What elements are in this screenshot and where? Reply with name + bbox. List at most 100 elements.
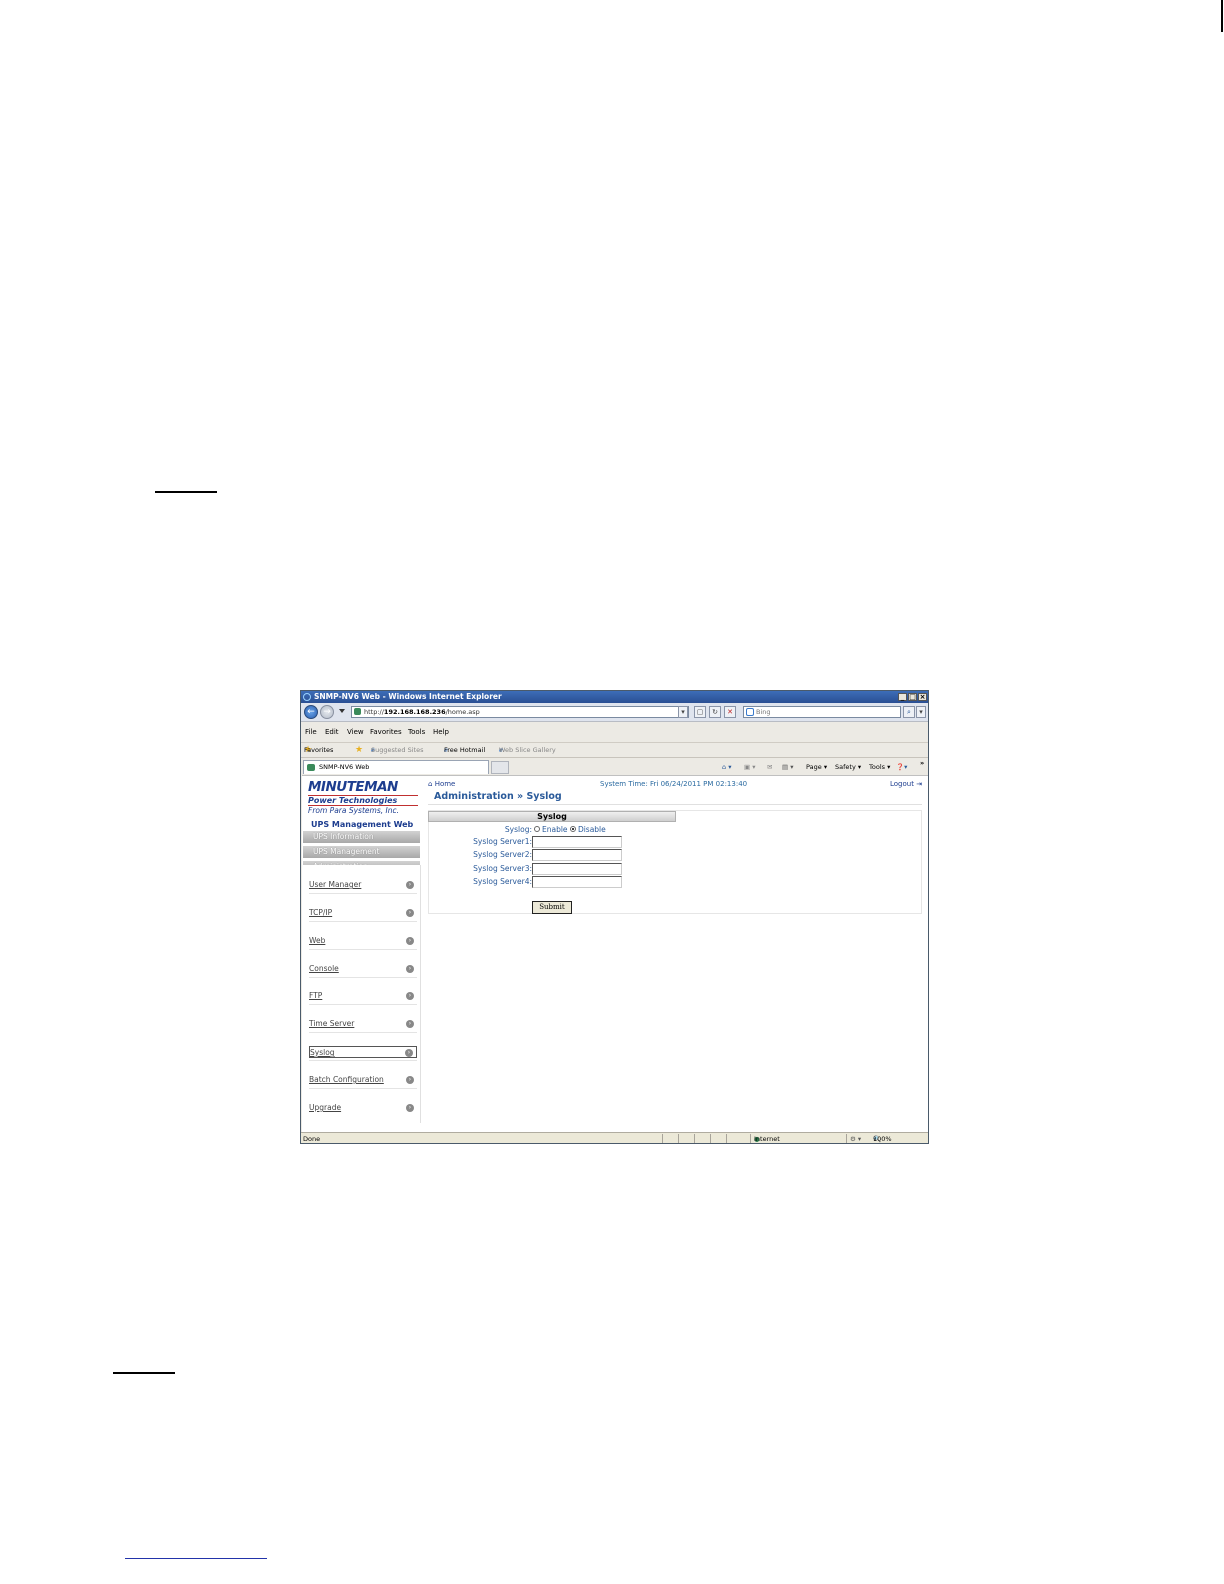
tab-title: SNMP-NV6 Web [319,763,370,771]
back-button[interactable]: ← [304,705,318,719]
more-chevron-icon[interactable]: » [920,756,924,770]
search-options-button[interactable]: ▾ [916,706,926,718]
sidebar-item-ftp[interactable]: FTP › [309,990,417,1002]
tools-menu[interactable]: Tools ▾ [869,760,890,774]
help-icon[interactable]: ❓▾ [896,760,907,774]
logout-icon: ⇥ [916,780,923,788]
page-icon [354,708,361,715]
history-dropdown-icon[interactable] [339,709,345,713]
tab-page-icon [307,764,315,771]
header-divider [428,804,922,805]
browser-tab[interactable]: SNMP-NV6 Web [303,760,489,774]
zone-label: Internet [754,1135,780,1143]
logo-brand: MINUTEMAN [308,779,398,795]
sidebar-item-label: Console [309,964,339,973]
breadcrumb: Administration » Syslog [434,791,562,802]
logout-label: Logout [890,780,914,788]
menu-help[interactable]: Help [433,726,449,738]
syslog-server3-label: Syslog Server3: [473,864,532,873]
logo-tagline: Power Technologies [308,795,418,806]
compatibility-view-icon[interactable]: ▢ [694,706,706,718]
search-input[interactable]: Bing [743,706,901,718]
sidebar-item-label: Syslog [310,1048,335,1057]
sidebar-item-label: Web [309,936,326,945]
status-divider [846,1134,847,1143]
arrow-right-icon: › [405,1049,413,1057]
menu-favorites[interactable]: Favorites [370,726,402,738]
status-text: Done [303,1135,321,1143]
address-dropdown-button[interactable]: ▾ [678,706,688,718]
disable-radio[interactable]: Disable [569,825,606,834]
enable-radio[interactable]: Enable [534,825,568,834]
window-title: SNMP-NV6 Web - Windows Internet Explorer [314,692,502,701]
url-path: /home.asp [445,708,480,716]
syslog-server1-row: Syslog Server1: [428,836,532,848]
syslog-server4-input[interactable] [532,876,622,888]
mail-icon[interactable]: ✉ [767,760,772,774]
sidebar-item-tcp-ip[interactable]: TCP/IP › [309,907,417,919]
add-favorite-icon[interactable]: ★ [355,743,363,757]
sidebar-separator [309,893,417,894]
close-button[interactable]: × [918,693,927,701]
sidebar-item-label: Upgrade [309,1103,342,1112]
logout-link[interactable]: Logout ⇥ [890,780,922,788]
sidebar-item-user-manager[interactable]: User Manager › [309,879,417,891]
menu-view[interactable]: View [347,726,364,738]
menu-edit[interactable]: Edit [325,726,339,738]
home-link[interactable]: ⌂ Home [428,780,455,788]
zoom-label: 100% [873,1135,892,1143]
arrow-right-icon: › [406,909,414,917]
favorites-label: Favorites [304,746,334,754]
web-slice-gallery-label: Web Slice Gallery [499,746,556,754]
syslog-server3-input[interactable] [532,863,622,875]
sidebar-item-web[interactable]: Web › [309,935,417,947]
syslog-server1-label: Syslog Server1: [473,837,532,846]
page-menu[interactable]: Page ▾ [806,760,827,774]
ie-logo-icon [303,693,311,701]
stop-icon[interactable]: ✕ [724,706,736,718]
suggested-sites-label: Suggested Sites [371,746,424,754]
syslog-server2-input[interactable] [532,849,622,861]
status-bar: Done ● Internet ⚙ ▾ 🔍 100% ▾ [301,1132,928,1143]
status-divider [678,1134,679,1143]
enable-label: Enable [542,825,568,834]
browser-window: SNMP-NV6 Web - Windows Internet Explorer… [300,690,929,1144]
favorites-bar: ★ Favorites ★ ℯ Suggested Sites ▾ ℯ Free… [301,742,928,757]
refresh-icon[interactable]: ↻ [709,706,721,718]
syslog-toggle-row: Syslog: [428,824,532,836]
sidebar-item-upgrade[interactable]: Upgrade › [309,1102,417,1114]
nav-tab-ups-management[interactable]: UPS Management [303,846,420,858]
zoom-control[interactable]: 🔍 100% ▾ [873,1133,892,1143]
logo-company: From Para Systems, Inc. [308,806,399,815]
menu-file[interactable]: File [305,726,317,738]
submit-button[interactable]: Submit [532,901,572,914]
arrow-right-icon: › [406,992,414,1000]
footnote-link-underline [125,1558,267,1559]
web-slice-gallery-link[interactable]: ℯ Web Slice Gallery ▾ [499,743,556,757]
disable-label: Disable [577,825,606,834]
print-icon[interactable]: ▤ ▾ [782,760,793,774]
syslog-server1-input[interactable] [532,836,622,848]
heading-underline-2 [113,1372,175,1374]
search-button[interactable]: ⌕ [903,706,915,718]
feeds-icon[interactable]: ▣ ▾ [744,760,755,774]
home-page-icon[interactable]: ⌂ ▾ [722,760,731,774]
maximize-button[interactable]: □ [908,693,917,701]
protected-mode-icon[interactable]: ⚙ ▾ [850,1133,861,1143]
sidebar-item-console[interactable]: Console › [309,963,417,975]
menu-tools[interactable]: Tools [408,726,425,738]
sidebar: User Manager › TCP/IP › Web › Console › FTP ›… [303,865,421,1123]
new-tab-button[interactable] [491,761,509,774]
forward-button[interactable]: → [320,705,334,719]
system-time: System Time: Fri 06/24/2011 PM 02:13:40 [600,780,748,788]
address-bar[interactable]: http://192.168.168.236/home.asp [351,706,689,718]
minimize-button[interactable]: _ [898,693,907,701]
suggested-sites-link[interactable]: ℯ Suggested Sites ▾ [371,743,424,757]
sidebar-item-batch-configuration[interactable]: Batch Configuration › [309,1074,417,1086]
arrow-right-icon: › [406,1020,414,1028]
nav-tab-ups-information[interactable]: UPS Information [303,831,420,843]
sidebar-item-syslog[interactable]: Syslog › [309,1046,417,1058]
heading-underline-1 [155,491,217,493]
safety-menu[interactable]: Safety ▾ [835,760,861,774]
sidebar-item-time-server[interactable]: Time Server › [309,1018,417,1030]
